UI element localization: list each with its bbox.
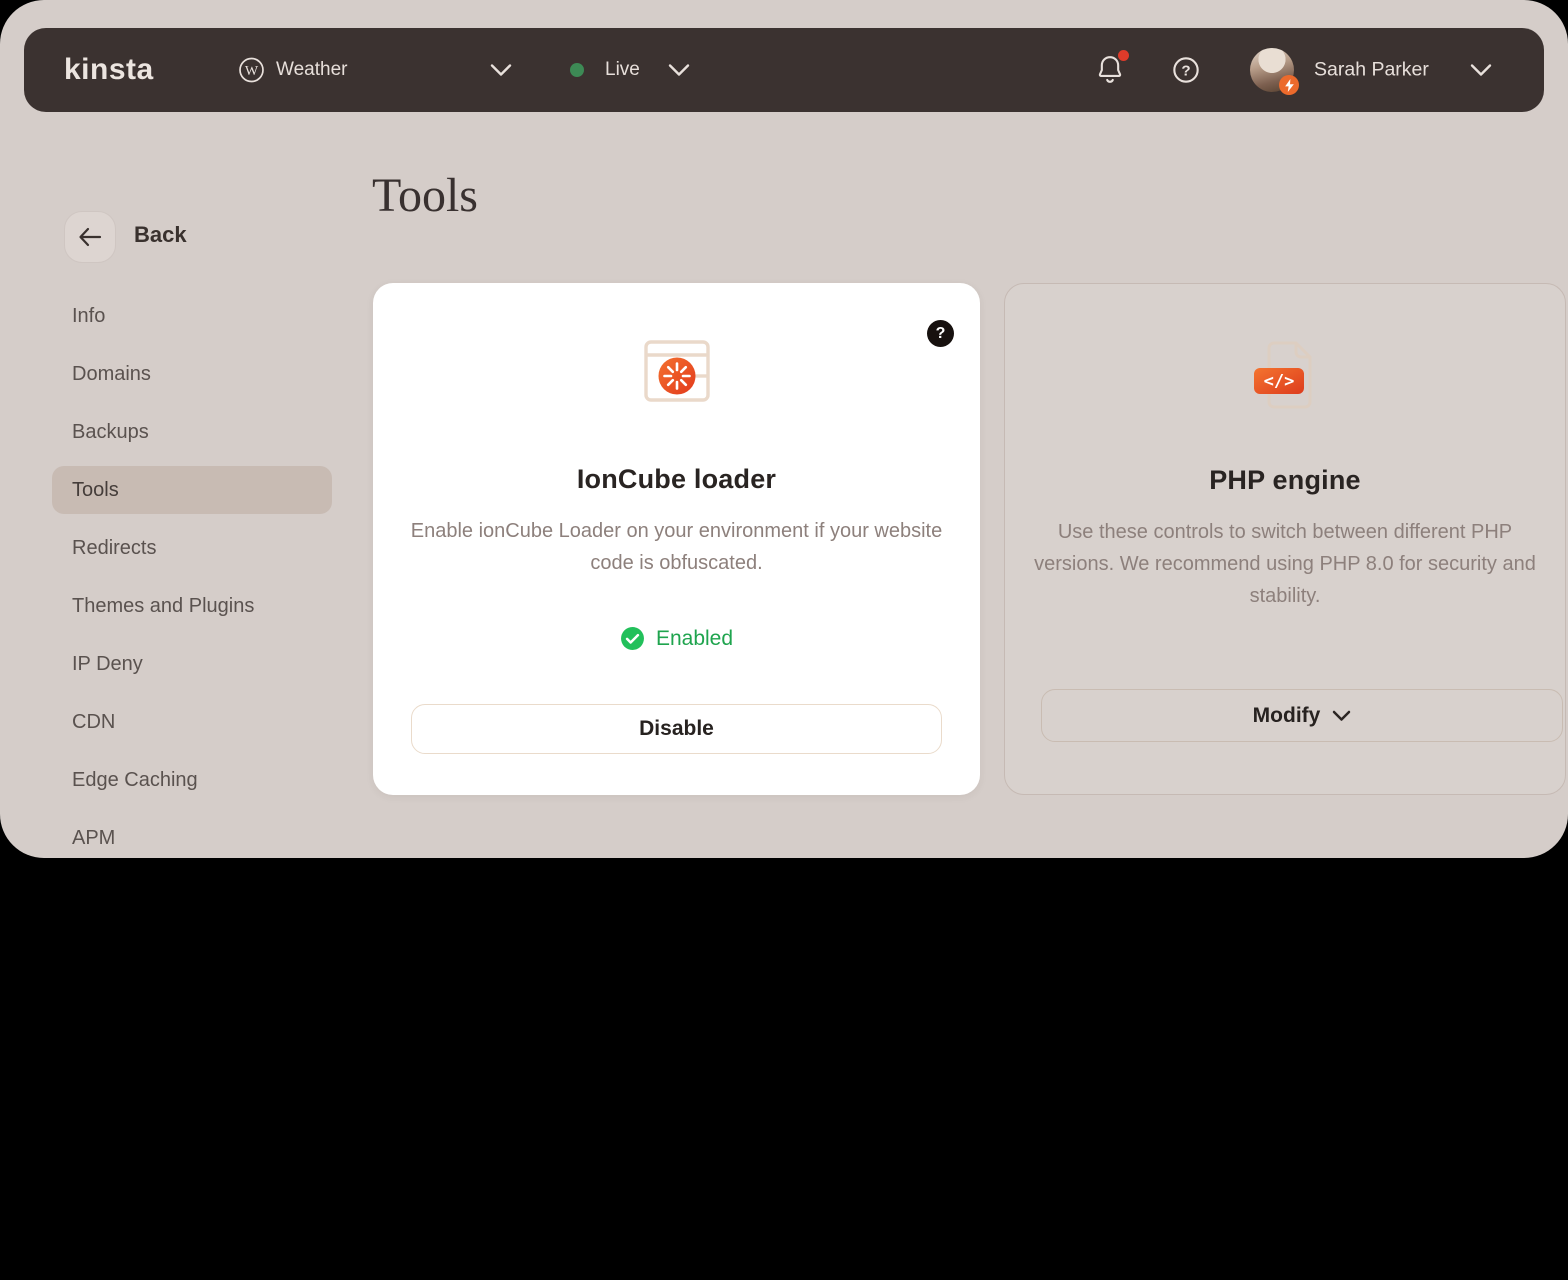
lightning-icon — [1279, 75, 1299, 95]
question-circle-icon: ? — [1172, 56, 1200, 84]
status-badge: Enabled — [656, 627, 733, 651]
avatar[interactable] — [1250, 48, 1294, 92]
sidebar-item-apm[interactable]: APM — [52, 814, 332, 858]
ioncube-spinner-window-icon — [643, 339, 711, 403]
svg-text:?: ? — [1181, 62, 1190, 79]
chevron-down-icon[interactable] — [490, 64, 512, 77]
help-button[interactable]: ? — [1172, 56, 1200, 84]
sidebar-item-redirects[interactable]: Redirects — [52, 524, 332, 572]
live-status-dot — [570, 63, 584, 77]
site-selector[interactable]: Weather — [276, 59, 347, 81]
wordpress-icon: W — [238, 57, 265, 84]
sidebar-item-edge-caching[interactable]: Edge Caching — [52, 756, 332, 804]
php-engine-card: </> PHP engine Use these controls to swi… — [1004, 283, 1566, 795]
ioncube-loader-card: ? — [373, 283, 980, 795]
page-title: Tools — [372, 168, 478, 223]
sidebar-item-backups[interactable]: Backups — [52, 408, 332, 456]
ioncube-card-title: IonCube loader — [373, 464, 980, 495]
kinsta-logo[interactable]: kinsta — [64, 53, 154, 87]
disable-button[interactable]: Disable — [411, 704, 942, 754]
php-card-description: Use these controls to switch between dif… — [1027, 516, 1543, 612]
arrow-left-icon — [78, 227, 102, 247]
modify-button-label: Modify — [1253, 704, 1321, 728]
top-navbar: kinsta W Weather Live ? — [24, 28, 1544, 112]
sidebar-item-themes-and-plugins[interactable]: Themes and Plugins — [52, 582, 332, 630]
sidebar-item-cdn[interactable]: CDN — [52, 698, 332, 746]
sidebar-item-ip-deny[interactable]: IP Deny — [52, 640, 332, 688]
notification-dot — [1118, 50, 1129, 61]
user-name: Sarah Parker — [1314, 59, 1429, 82]
app-frame: kinsta W Weather Live ? — [0, 0, 1568, 858]
back-label: Back — [134, 222, 187, 248]
notifications-button[interactable] — [1096, 54, 1126, 86]
modify-button[interactable]: Modify — [1041, 689, 1563, 742]
check-circle-icon — [620, 626, 645, 651]
svg-text:W: W — [245, 63, 259, 79]
back-button[interactable] — [64, 211, 116, 263]
chevron-down-icon[interactable] — [668, 64, 690, 77]
php-card-title: PHP engine — [1005, 465, 1565, 496]
chevron-down-icon — [1332, 710, 1351, 722]
chevron-down-icon[interactable] — [1470, 64, 1492, 77]
sidebar-item-tools[interactable]: Tools — [52, 466, 332, 514]
sidebar-item-domains[interactable]: Domains — [52, 350, 332, 398]
sidebar-item-info[interactable]: Info — [52, 292, 332, 340]
code-file-icon: </> — [1246, 340, 1324, 410]
status-row: Enabled — [373, 626, 980, 651]
card-help-button[interactable]: ? — [927, 320, 954, 347]
ioncube-card-description: Enable ionCube Loader on your environmen… — [407, 515, 947, 579]
environment-selector[interactable]: Live — [605, 59, 640, 81]
svg-text:</>: </> — [1264, 372, 1295, 392]
sidebar-nav: Info Domains Backups Tools Redirects The… — [52, 292, 332, 858]
